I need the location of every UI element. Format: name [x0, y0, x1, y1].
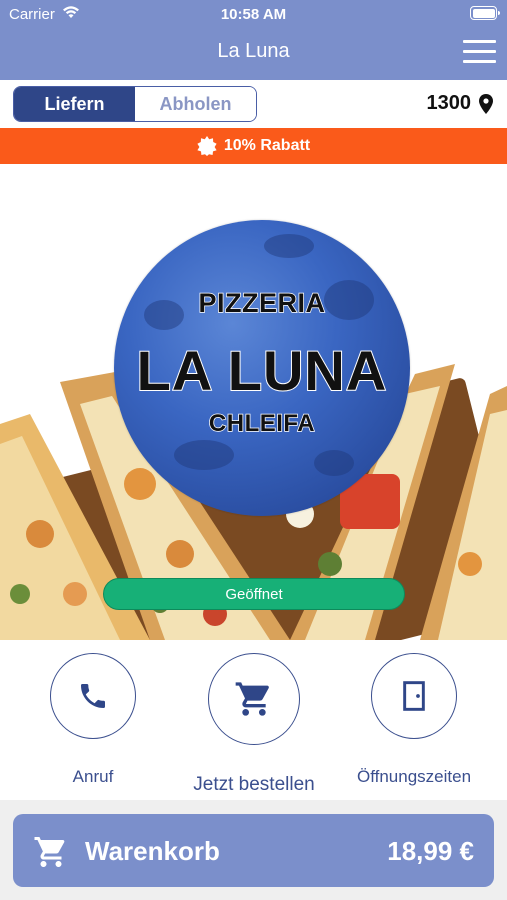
order-circle[interactable] [208, 653, 300, 745]
pickup-tab[interactable]: Abholen [135, 87, 256, 121]
call-label: Anruf [72, 767, 114, 786]
cart-total: 18,99 € [387, 836, 474, 866]
clock: 10:58 AM [220, 6, 287, 23]
discount-badge-icon [197, 136, 217, 156]
open-status-badge: Geöffnet [103, 578, 405, 610]
battery-icon [470, 6, 500, 20]
hero-image: PIZZERIA LA LUNA CHLEIFA Geöffnet [0, 164, 507, 640]
logo-line-chleifa: CHLEIFA [208, 409, 316, 438]
opening-hours-button[interactable]: Öffnungszeiten [357, 653, 471, 793]
opening-hours-label: Öffnungszeiten [356, 767, 472, 786]
app-header: Carrier 10:58 AM La Luna [0, 0, 507, 80]
location-pin-icon [479, 93, 493, 114]
phone-icon [81, 684, 105, 708]
logo-line-la-luna: LA LUNA [136, 338, 388, 403]
postal-code: 1300 [426, 92, 472, 114]
location-selector[interactable]: 1300 [426, 92, 493, 115]
discount-banner: 10% Rabatt [0, 128, 507, 164]
call-circle[interactable] [50, 653, 136, 739]
discount-text: 10% Rabatt [223, 137, 311, 154]
order-mode-toggle: Liefern Abholen [13, 86, 257, 122]
hamburger-menu-icon[interactable] [463, 40, 496, 64]
cart-icon [34, 837, 65, 867]
order-now-label: Jetzt bestellen [193, 774, 315, 795]
status-bar: Carrier 10:58 AM [0, 0, 507, 28]
door-icon [403, 681, 425, 711]
page-title: La Luna [217, 40, 290, 62]
cart-button[interactable]: Warenkorb 18,99 € [13, 814, 494, 887]
order-now-button[interactable]: Jetzt bestellen [193, 653, 315, 803]
quick-actions: Anruf Jetzt bestellen Öffnungszeiten [0, 640, 507, 800]
delivery-tab[interactable]: Liefern [14, 87, 135, 121]
cart-label: Warenkorb [85, 836, 220, 866]
logo-line-pizzeria: PIZZERIA [198, 287, 326, 319]
order-mode-bar: Liefern Abholen 1300 [0, 80, 507, 128]
cart-icon [235, 682, 269, 716]
call-button[interactable]: Anruf [50, 653, 136, 793]
hours-circle[interactable] [371, 653, 457, 739]
